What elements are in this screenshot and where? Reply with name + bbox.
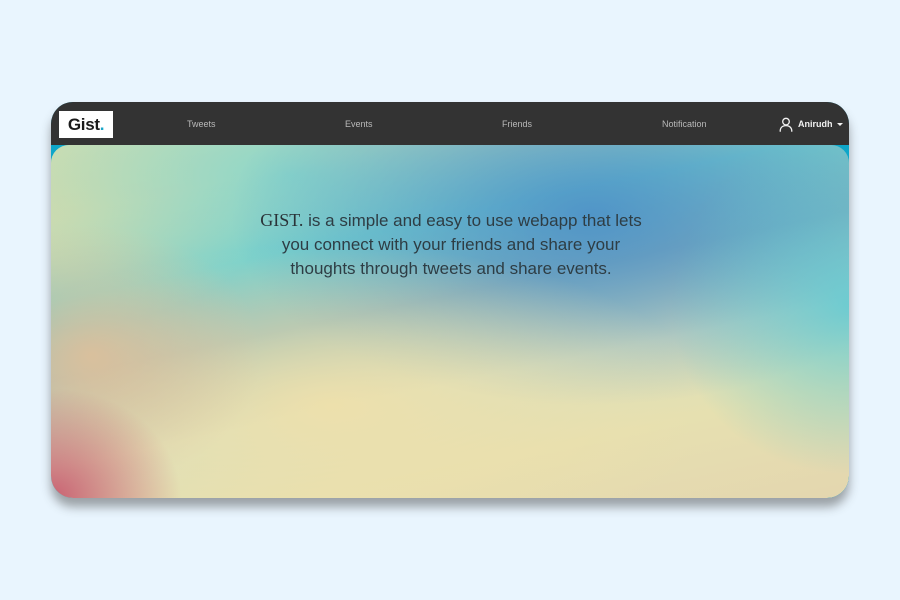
hero-tagline-text: is a simple and easy to use webapp that … bbox=[281, 211, 642, 278]
hero-gradient-layer bbox=[51, 145, 849, 498]
nav-events[interactable]: Events bbox=[345, 102, 373, 145]
hero-banner: GIST. is a simple and easy to use webapp… bbox=[51, 145, 849, 498]
logo-dot: . bbox=[99, 115, 105, 134]
nav-notification[interactable]: Notification bbox=[662, 102, 707, 145]
nav-tweets[interactable]: Tweets bbox=[187, 102, 216, 145]
user-icon bbox=[779, 117, 793, 132]
hero-brand-word: GIST. bbox=[260, 210, 304, 230]
app-window: Gist. Tweets Events Friends Notification… bbox=[51, 102, 849, 498]
user-name: Anirudh bbox=[798, 119, 833, 129]
caret-down-icon bbox=[836, 122, 843, 126]
user-menu[interactable]: Anirudh bbox=[779, 115, 843, 133]
navbar: Gist. Tweets Events Friends Notification… bbox=[51, 102, 849, 145]
hero-tagline: GIST. is a simple and easy to use webapp… bbox=[251, 208, 651, 281]
logo[interactable]: Gist. bbox=[59, 111, 113, 138]
nav-friends[interactable]: Friends bbox=[502, 102, 532, 145]
logo-text: Gist bbox=[67, 115, 100, 134]
